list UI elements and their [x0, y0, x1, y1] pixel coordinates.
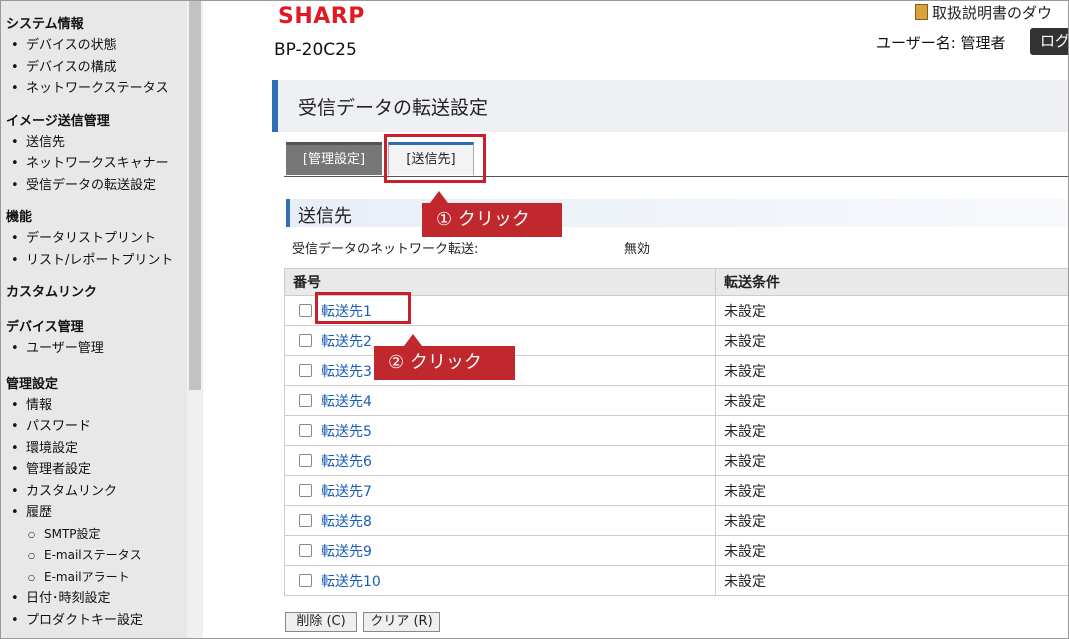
logout-button[interactable]: ログ: [1030, 28, 1069, 55]
nav-item-environment[interactable]: 環境設定: [6, 438, 187, 460]
nav-item-network-scanner[interactable]: ネットワークスキャナー: [6, 153, 187, 175]
destination-cell: 転送先6: [284, 445, 716, 476]
nav-subitem-smtp[interactable]: SMTP設定: [6, 524, 187, 546]
table-row: 転送先5 未設定: [284, 415, 1069, 446]
nav-item-custom-link[interactable]: カスタムリンク: [6, 481, 187, 503]
nav-section-image-send: イメージ送信管理 送信先 ネットワークスキャナー 受信データの転送設定: [0, 112, 187, 197]
sidebar: システム情報 デバイスの状態 デバイスの構成 ネットワークステータス イメージ送…: [0, 0, 187, 639]
row-checkbox[interactable]: [299, 333, 312, 347]
column-header-condition: 転送条件: [715, 268, 1069, 296]
nav-item-product-key[interactable]: プロダクトキー設定: [6, 610, 187, 632]
manual-download-link[interactable]: 取扱説明書のダウ: [915, 2, 1052, 23]
callout-step-1: ① クリック: [422, 191, 562, 237]
nav-section-system: システム情報 デバイスの状態 デバイスの構成 ネットワークステータス: [0, 15, 187, 100]
nav-heading: 管理設定: [6, 376, 59, 392]
destination-link[interactable]: 転送先3: [321, 364, 372, 380]
nav-heading: デバイス管理: [6, 320, 84, 335]
nav-heading: 機能: [6, 210, 33, 225]
tab-admin-settings[interactable]: [管理設定]: [286, 142, 382, 175]
condition-cell: 未設定: [715, 505, 1069, 536]
nav-item-admin-settings[interactable]: 管理者設定: [6, 459, 187, 481]
table-row: 転送先9 未設定: [284, 535, 1069, 566]
nav-item-history[interactable]: 履歴: [6, 502, 187, 524]
network-forward-value: 無効: [624, 242, 651, 257]
row-checkbox[interactable]: [299, 393, 312, 407]
destination-link[interactable]: 転送先4: [321, 394, 372, 410]
nav-section-admin: 管理設定 情報 パスワード 環境設定 管理者設定 カスタムリンク 履歴 SMTP…: [0, 375, 187, 632]
nav-item-datetime[interactable]: 日付･時刻設定: [6, 588, 187, 610]
section-heading: 送信先: [286, 199, 1069, 227]
row-checkbox[interactable]: [299, 483, 312, 497]
table-row: 転送先7 未設定: [284, 475, 1069, 506]
destination-cell: 転送先8: [284, 505, 716, 536]
manual-link-label: 取扱説明書のダウ: [932, 4, 1053, 22]
condition-cell: 未設定: [715, 445, 1069, 476]
row-checkbox[interactable]: [299, 453, 312, 467]
condition-cell: 未設定: [715, 355, 1069, 386]
destination-cell: 転送先9: [284, 535, 716, 566]
nav-heading: イメージ送信管理: [6, 113, 110, 129]
nav-item-info[interactable]: 情報: [6, 395, 187, 417]
row-checkbox[interactable]: [299, 423, 312, 437]
page-title: 受信データの転送設定: [298, 97, 489, 119]
section-title: 送信先: [298, 206, 352, 227]
destination-cell: 転送先5: [284, 415, 716, 446]
nav-heading[interactable]: カスタムリンク: [6, 283, 187, 303]
condition-cell: 未設定: [715, 535, 1069, 566]
nav-item-device-config[interactable]: デバイスの構成: [6, 57, 187, 79]
callout-step-2: ② クリック: [374, 334, 515, 380]
nav-section-functions: 機能 データリストプリント リスト/レポートプリント: [0, 208, 187, 271]
nav-item-forward-settings[interactable]: 受信データの転送設定: [6, 175, 187, 197]
nav-item-device-status[interactable]: デバイスの状態: [6, 35, 187, 57]
nav-item-destinations[interactable]: 送信先: [6, 132, 187, 154]
condition-cell: 未設定: [715, 325, 1069, 356]
highlight-box-tab: [384, 134, 486, 183]
book-icon: [915, 4, 928, 20]
nav-heading: システム情報: [6, 17, 84, 32]
sidebar-scrollbar-thumb[interactable]: [189, 0, 201, 390]
row-checkbox[interactable]: [299, 303, 312, 317]
destination-cell: 転送先4: [284, 385, 716, 416]
brand-logo: SHARP: [278, 4, 365, 29]
destination-link[interactable]: 転送先7: [321, 484, 372, 500]
destination-link[interactable]: 転送先8: [321, 514, 372, 530]
condition-cell: 未設定: [715, 415, 1069, 446]
nav-subitem-email-alert[interactable]: E-mailアラート: [6, 567, 187, 589]
table-row: 転送先8 未設定: [284, 505, 1069, 536]
nav-subitem-email-status[interactable]: E-mailステータス: [6, 545, 187, 567]
row-checkbox[interactable]: [299, 363, 312, 377]
nav-item-user-mgmt[interactable]: ユーザー管理: [6, 338, 187, 360]
table-row: 転送先4 未設定: [284, 385, 1069, 416]
nav-section-device-mgmt: デバイス管理 ユーザー管理: [0, 318, 187, 360]
model-name: BP-20C25: [274, 40, 357, 60]
condition-cell: 未設定: [715, 565, 1069, 596]
condition-cell: 未設定: [715, 295, 1069, 326]
nav-section-custom-link: カスタムリンク: [0, 283, 187, 303]
destination-link[interactable]: 転送先10: [321, 574, 381, 590]
nav-item-network-status[interactable]: ネットワークステータス: [6, 78, 187, 100]
destination-cell: 転送先10: [284, 565, 716, 596]
destination-cell: 転送先7: [284, 475, 716, 506]
page-title-bar: 受信データの転送設定: [272, 80, 1069, 132]
row-checkbox[interactable]: [299, 513, 312, 527]
destination-link[interactable]: 転送先5: [321, 424, 372, 440]
user-name-label: ユーザー名: 管理者: [876, 34, 1006, 52]
nav-item-report-print[interactable]: リスト/レポートプリント: [6, 250, 187, 272]
delete-button[interactable]: 削除 (C): [285, 612, 357, 632]
row-checkbox[interactable]: [299, 573, 312, 587]
table-row: 転送先6 未設定: [284, 445, 1069, 476]
network-forward-label: 受信データのネットワーク転送:: [292, 242, 479, 257]
condition-cell: 未設定: [715, 385, 1069, 416]
destination-link[interactable]: 転送先6: [321, 454, 372, 470]
table-row: 転送先10 未設定: [284, 565, 1069, 596]
clear-button[interactable]: クリア (R): [363, 612, 440, 632]
destination-link[interactable]: 転送先2: [321, 334, 372, 350]
row-checkbox[interactable]: [299, 543, 312, 557]
highlight-box-link: [315, 292, 411, 324]
nav-item-data-list-print[interactable]: データリストプリント: [6, 228, 187, 250]
condition-cell: 未設定: [715, 475, 1069, 506]
nav-item-password[interactable]: パスワード: [6, 416, 187, 438]
destination-link[interactable]: 転送先9: [321, 544, 372, 560]
